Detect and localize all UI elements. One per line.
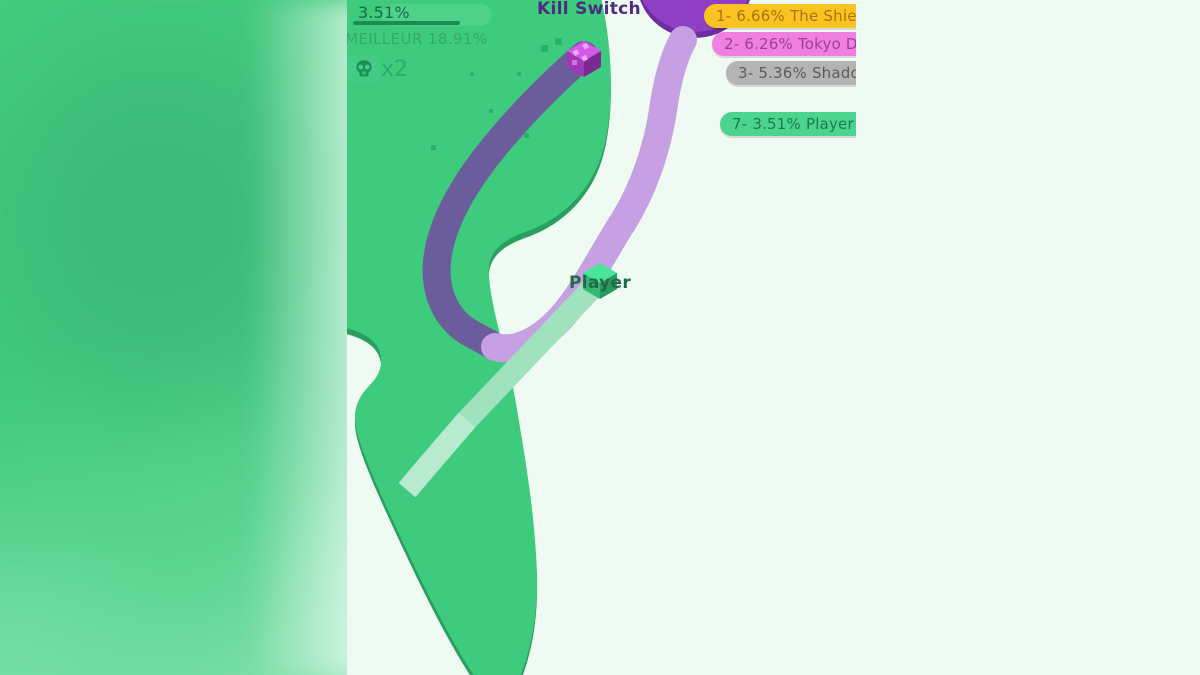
leaderboard-row: 2- 6.26% Tokyo Dr [712, 32, 856, 56]
right-background-panel [856, 0, 1200, 675]
leaderboard-row: 1- 6.66% The Shield T [704, 4, 856, 28]
leaderboard-row: 3- 5.36% Shadow [726, 61, 856, 85]
leaderboard-row: 7- 3.51% Player [720, 112, 856, 136]
leaderboard: 1- 6.66% The Shield T 2- 6.26% Tokyo Dr 3-… [690, 0, 856, 675]
rival-cube-pip [572, 60, 577, 65]
game-screenshot: 3.51% MEILLEUR 18.91% x2 Kill Switch Pla… [0, 0, 1200, 675]
